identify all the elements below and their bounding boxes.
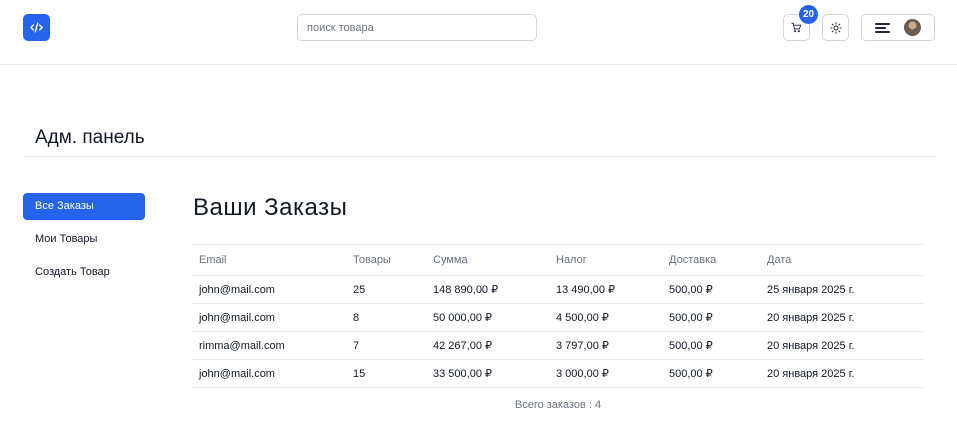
title-divider (23, 156, 935, 157)
sidebar-item-all-orders[interactable]: Все Заказы (23, 193, 145, 220)
cell-tax: 13 490,00 ₽ (550, 275, 663, 304)
orders-total: Всего заказов : 4 (514, 399, 602, 411)
cell-delivery: 500,00 ₽ (663, 275, 761, 304)
cell-items: 15 (347, 359, 427, 388)
cell-email: john@mail.com (193, 303, 347, 332)
column-header-email: Email (193, 244, 347, 276)
column-header-tax: Налог (550, 244, 663, 276)
cart-icon (791, 22, 802, 33)
theme-toggle-button[interactable] (822, 14, 849, 41)
cell-delivery: 500,00 ₽ (663, 331, 761, 360)
user-menu-button[interactable] (861, 14, 935, 41)
column-header-items: Товары (347, 244, 427, 276)
cell-email: rimma@mail.com (193, 331, 347, 360)
top-header: 20 (0, 0, 957, 65)
cell-tax: 3 797,00 ₽ (550, 331, 663, 360)
cell-sum: 42 267,00 ₽ (427, 331, 550, 360)
cell-date: 25 января 2025 г. (761, 275, 923, 304)
hamburger-icon (875, 23, 890, 33)
cell-email: john@mail.com (193, 275, 347, 304)
avatar (904, 19, 921, 36)
cell-items: 8 (347, 303, 427, 332)
cell-tax: 3 000,00 ₽ (550, 359, 663, 388)
sidebar-item-my-products[interactable]: Мои Товары (23, 226, 145, 253)
cell-sum: 50 000,00 ₽ (427, 303, 550, 332)
table-row: john@mail.com 8 50 000,00 ₽ 4 500,00 ₽ 5… (193, 303, 923, 332)
column-header-date: Дата (761, 244, 923, 276)
column-header-delivery: Доставка (663, 244, 761, 276)
column-header-sum: Сумма (427, 244, 550, 276)
cart-count-badge: 20 (799, 5, 818, 24)
code-logo-icon[interactable] (23, 14, 50, 41)
sidebar-item-create-product[interactable]: Создать Товар (23, 259, 145, 286)
table-row: rimma@mail.com 7 42 267,00 ₽ 3 797,00 ₽ … (193, 331, 923, 360)
table-row: john@mail.com 25 148 890,00 ₽ 13 490,00 … (193, 275, 923, 304)
table-row: john@mail.com 15 33 500,00 ₽ 3 000,00 ₽ … (193, 359, 923, 388)
orders-table: Email Товары Сумма Налог Доставка Дата j… (193, 244, 923, 388)
cell-email: john@mail.com (193, 359, 347, 388)
sun-icon (829, 21, 842, 34)
cell-delivery: 500,00 ₽ (663, 303, 761, 332)
search-input[interactable] (297, 14, 537, 41)
cell-sum: 148 890,00 ₽ (427, 275, 550, 304)
cell-delivery: 500,00 ₽ (663, 359, 761, 388)
page-title: Адм. панель (35, 127, 145, 148)
orders-title: Ваши Заказы (193, 194, 348, 221)
cell-date: 20 января 2025 г. (761, 359, 923, 388)
cell-tax: 4 500,00 ₽ (550, 303, 663, 332)
table-header-row: Email Товары Сумма Налог Доставка Дата (193, 244, 923, 276)
cell-items: 25 (347, 275, 427, 304)
cell-date: 20 января 2025 г. (761, 303, 923, 332)
cell-items: 7 (347, 331, 427, 360)
cell-sum: 33 500,00 ₽ (427, 359, 550, 388)
cell-date: 20 января 2025 г. (761, 331, 923, 360)
